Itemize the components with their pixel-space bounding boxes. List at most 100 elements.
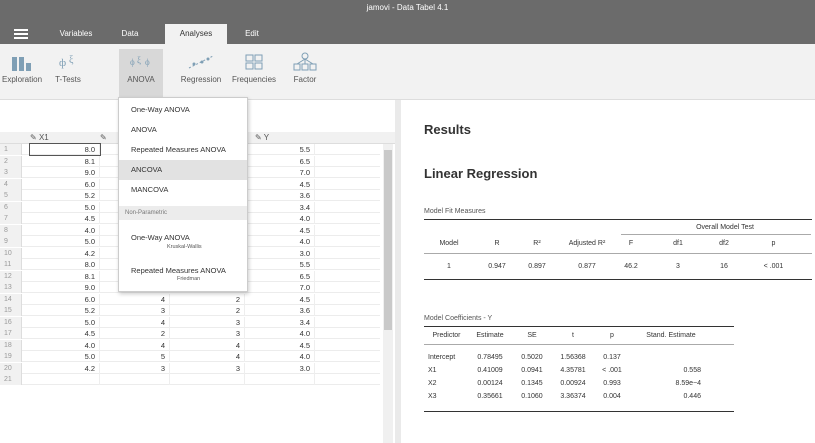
menu-item-anova[interactable]: ANOVA (119, 120, 247, 140)
t-tests-label: T-Tests (55, 75, 81, 84)
cell-x1[interactable]: 5.2 (30, 190, 100, 201)
row-number: 19 (0, 351, 22, 362)
cell-x2[interactable]: 3 (100, 305, 170, 316)
cell-x1[interactable]: 8.1 (30, 270, 100, 282)
title-bar: jamovi - Data Tabel 4.1 Variables Data A… (0, 0, 815, 44)
cell-x1[interactable] (30, 374, 100, 385)
cell-y[interactable]: 4.0 (245, 213, 315, 224)
tab-analyses[interactable]: Analyses (165, 24, 227, 44)
cell-y[interactable]: 6.5 (245, 155, 315, 167)
fit-header-cell: Adjusted R² (568, 240, 606, 247)
hamburger-menu-icon[interactable] (14, 27, 28, 41)
cell-x1[interactable]: 6.0 (30, 178, 100, 190)
scrollbar-thumb[interactable] (384, 150, 392, 330)
tab-variables[interactable]: Variables (52, 24, 100, 44)
cell-x3[interactable]: 3 (170, 362, 245, 374)
cell-x3[interactable] (170, 374, 245, 385)
cell-x1[interactable]: 4.5 (30, 328, 100, 339)
cell-y[interactable]: 3.6 (245, 305, 315, 316)
cell-x1[interactable]: 4.2 (30, 362, 100, 374)
cell-x3[interactable]: 2 (170, 305, 245, 316)
menu-item-mancova[interactable]: MANCOVA (119, 180, 247, 200)
coef-value-cell: 0.004 (603, 393, 621, 400)
svg-text:ξ: ξ (69, 55, 74, 66)
coef-value-cell: 4.35781 (560, 367, 586, 374)
cell-y[interactable]: 3.0 (245, 362, 315, 374)
cell-x1[interactable]: 4.0 (30, 224, 100, 236)
cell-y[interactable]: 3.4 (245, 201, 315, 213)
cell-x1[interactable]: 8.0 (30, 259, 100, 270)
cell-x2[interactable]: 5 (100, 351, 170, 362)
cell-x1[interactable]: 5.0 (30, 351, 100, 362)
analysis-toolbar: Exploration фξ T-Tests ϕξϕ ANOVA Regress… (0, 44, 815, 100)
t-tests-button[interactable]: фξ T-Tests (48, 49, 88, 97)
menu-item-one-way-anova[interactable]: One-Way ANOVA (119, 100, 247, 120)
cell-y[interactable]: 5.5 (245, 144, 315, 155)
coef-value-cell: 0.993 (603, 380, 621, 387)
exploration-button[interactable]: Exploration (2, 49, 42, 97)
tab-edit[interactable]: Edit (236, 24, 268, 44)
column-y-label: Y (263, 133, 270, 142)
cell-y[interactable]: 4.5 (245, 293, 315, 305)
column-header-x1[interactable]: ✎ X1 (30, 132, 100, 144)
fit-header-cell: df1 (673, 240, 683, 247)
factor-button[interactable]: Factor (287, 49, 323, 97)
column-x1-label: X1 (38, 133, 49, 142)
cell-x1[interactable]: 5.2 (30, 305, 100, 316)
menu-section-non-parametric: Non-Parametric (119, 206, 247, 220)
menu-item-friedman-label: Repeated Measures ANOVA (131, 266, 226, 275)
cell-y[interactable]: 4.5 (245, 224, 315, 236)
cell-x3[interactable]: 3 (170, 316, 245, 328)
cell-x1[interactable]: 4.5 (30, 213, 100, 224)
cell-x3[interactable]: 2 (170, 293, 245, 305)
cell-y[interactable]: 4.0 (245, 328, 315, 339)
cell-y[interactable]: 4.5 (245, 178, 315, 190)
cell-y[interactable]: 3.6 (245, 190, 315, 201)
coef-value-cell: 0.41009 (477, 367, 503, 374)
cell-y[interactable]: 3.4 (245, 316, 315, 328)
cell-x2[interactable]: 4 (100, 293, 170, 305)
cell-x2[interactable]: 4 (100, 316, 170, 328)
menu-item-repeated-measures-anova[interactable]: Repeated Measures ANOVA (119, 140, 247, 160)
cell-x3[interactable]: 3 (170, 328, 245, 339)
cell-y[interactable]: 4.0 (245, 351, 315, 362)
cell-x1[interactable]: 5.0 (30, 316, 100, 328)
pencil-icon: ✎ (100, 133, 107, 142)
cell-y[interactable] (245, 374, 315, 385)
cell-x1[interactable]: 8.0 (29, 143, 101, 156)
grid-scrollbar[interactable] (383, 144, 393, 443)
cell-x1[interactable]: 9.0 (30, 282, 100, 293)
cell-x1[interactable]: 5.0 (30, 236, 100, 247)
cell-y[interactable]: 7.0 (245, 282, 315, 293)
frequencies-button[interactable]: Frequencies (232, 49, 276, 97)
cell-y[interactable]: 5.5 (245, 259, 315, 270)
tab-data[interactable]: Data (112, 24, 148, 44)
fit-value-cell: 0.897 (528, 263, 546, 270)
regression-button[interactable]: Regression (176, 49, 226, 97)
cell-x1[interactable]: 9.0 (30, 167, 100, 178)
cell-y[interactable]: 7.0 (245, 167, 315, 178)
cell-x2[interactable] (100, 374, 170, 385)
anova-button[interactable]: ϕξϕ ANOVA (119, 49, 163, 97)
cell-y[interactable]: 4.5 (245, 339, 315, 351)
cell-x1[interactable]: 8.1 (30, 155, 100, 167)
column-header-y[interactable]: ✎ Y (255, 132, 315, 144)
cell-x3[interactable]: 4 (170, 339, 245, 351)
cell-y[interactable]: 3.0 (245, 247, 315, 259)
menu-item-ancova[interactable]: ANCOVA (119, 160, 247, 180)
coef-header-cell: Estimate (476, 332, 504, 339)
row-number: 9 (0, 236, 22, 247)
cell-x2[interactable]: 2 (100, 328, 170, 339)
cell-x1[interactable]: 4.2 (30, 247, 100, 259)
cell-x1[interactable]: 6.0 (30, 293, 100, 305)
cell-x1[interactable]: 5.0 (30, 201, 100, 213)
cell-x3[interactable]: 4 (170, 351, 245, 362)
fit-table-bottom-rule (424, 279, 812, 280)
coef-value-cell: 0.1060 (521, 393, 543, 400)
cell-x2[interactable]: 4 (100, 339, 170, 351)
cell-x1[interactable]: 4.0 (30, 339, 100, 351)
cell-y[interactable]: 6.5 (245, 270, 315, 282)
analysis-title[interactable]: Linear Regression (424, 166, 537, 181)
cell-y[interactable]: 4.0 (245, 236, 315, 247)
cell-x2[interactable]: 3 (100, 362, 170, 374)
